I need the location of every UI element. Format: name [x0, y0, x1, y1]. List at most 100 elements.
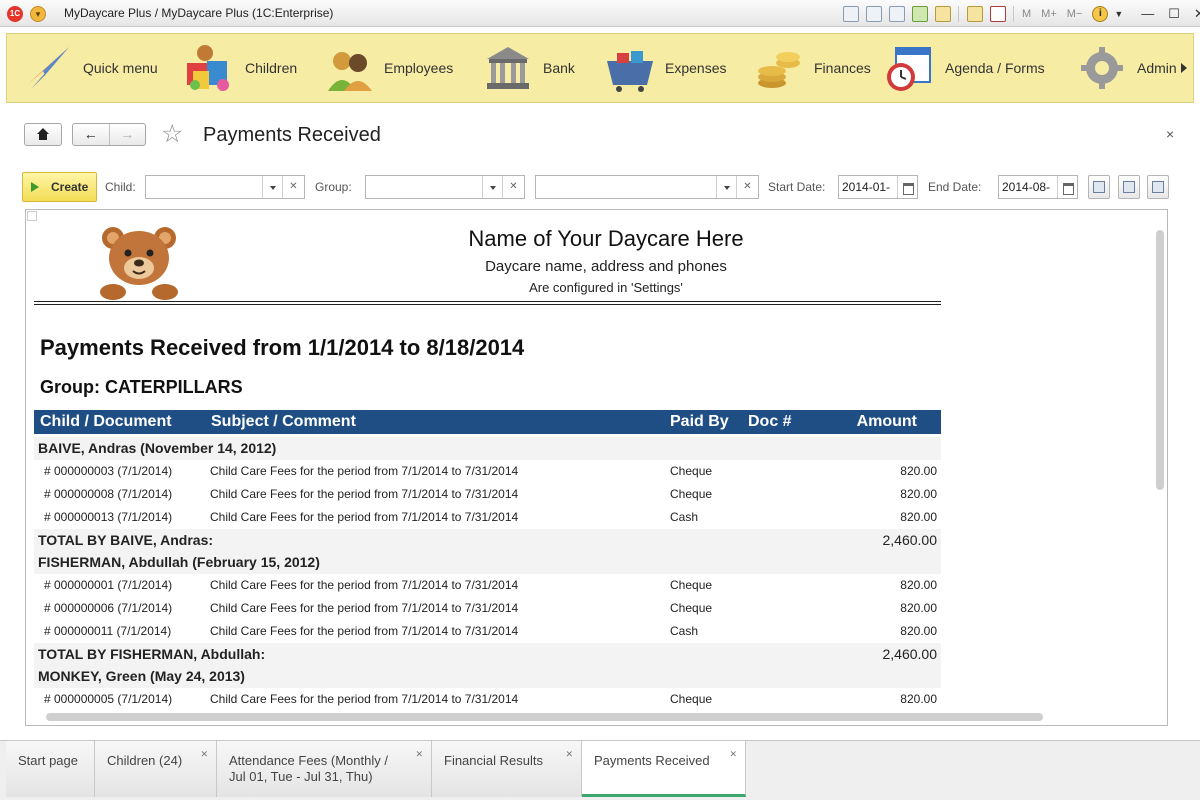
forward-button[interactable]: → — [108, 124, 146, 145]
calculator-icon[interactable] — [967, 6, 983, 22]
group-value[interactable] — [366, 176, 482, 198]
memory-plus-button[interactable]: M+ — [1041, 8, 1057, 20]
star-icon[interactable] — [935, 6, 951, 22]
table-row[interactable]: # 000000011 (7/1/2014) Child Care Fees fo… — [34, 620, 941, 643]
child-dropdown-icon[interactable] — [262, 176, 282, 198]
memory-minus-button[interactable]: M− — [1067, 8, 1083, 20]
child-value[interactable] — [146, 176, 262, 198]
close-icon[interactable]: ✕ — [1194, 6, 1200, 22]
section-bank[interactable]: Bank — [481, 34, 575, 102]
tab-close-icon[interactable]: ✕ — [565, 749, 573, 760]
report-area[interactable]: Name of Your Daycare Here Daycare name, … — [25, 209, 1168, 726]
horizontal-scrollbar[interactable] — [46, 713, 1043, 721]
filter-clear-icon[interactable]: ✕ — [736, 176, 758, 198]
end-date-value[interactable]: 2014-08- — [999, 176, 1057, 198]
tab-financial-results[interactable]: Financial Results ✕ — [432, 741, 582, 797]
group-dropdown-icon[interactable] — [482, 176, 502, 198]
child-group-row[interactable]: MONKEY, Green (May 24, 2013) — [34, 665, 941, 688]
tab-children[interactable]: Children (24) ✕ — [95, 741, 217, 797]
filter-value[interactable] — [536, 176, 716, 198]
home-button[interactable] — [24, 123, 62, 146]
child-field[interactable]: ✕ — [145, 175, 305, 199]
column-header-amount: Amount — [856, 413, 917, 430]
table-row[interactable]: # 000000008 (7/1/2014) Child Care Fees fo… — [34, 483, 941, 506]
calendar-icon[interactable] — [990, 6, 1006, 22]
section-quick-menu[interactable]: Quick menu — [21, 34, 158, 102]
section-children[interactable]: Children — [183, 34, 297, 102]
subject-cell: Child Care Fees for the period from 7/1/… — [210, 487, 519, 501]
start-date-calendar-icon[interactable] — [897, 176, 917, 198]
tab-payments-received[interactable]: Payments Received ✕ — [582, 741, 746, 797]
amount-cell: 820.00 — [900, 624, 937, 638]
section-agenda-forms[interactable]: Agenda / Forms — [883, 34, 1045, 102]
total-amount-cell: 2,460.00 — [882, 646, 938, 662]
info-dropdown-icon[interactable]: ▼ — [1114, 6, 1123, 22]
total-row[interactable]: TOTAL BY FISHERMAN, Abdullah: 2,460.00 — [34, 643, 941, 666]
header-divider — [34, 301, 941, 305]
section-employees[interactable]: Employees — [322, 34, 453, 102]
tab-close-icon[interactable]: ✕ — [200, 749, 208, 760]
section-panel: Quick menu Children Employees Bank Expen… — [6, 33, 1194, 103]
app-logo-icon[interactable]: 1C — [7, 6, 23, 22]
start-date-field[interactable]: 2014-01- — [838, 175, 918, 199]
info-icon[interactable]: i — [1092, 6, 1109, 22]
paid-by-cell: Cash — [670, 510, 699, 524]
quick-menu-icon — [21, 41, 75, 95]
back-button[interactable]: ← — [73, 124, 109, 145]
create-button[interactable]: Create — [22, 172, 97, 202]
table-row[interactable]: # 000000003 (7/1/2014) Child Care Fees fo… — [34, 460, 941, 483]
window-tab-bar: Start page Children (24) ✕ Attendance Fe… — [0, 740, 1200, 800]
subject-cell: Child Care Fees for the period from 7/1/… — [210, 624, 519, 638]
section-expenses[interactable]: Expenses — [603, 34, 726, 102]
total-row[interactable]: TOTAL BY BAIVE, Andras: 2,460.00 — [34, 529, 941, 552]
tab-close-icon[interactable]: ✕ — [415, 749, 423, 760]
table-row[interactable]: # 000000006 (7/1/2014) Child Care Fees fo… — [34, 597, 941, 620]
memory-button[interactable]: M — [1022, 8, 1031, 20]
document-cell: # 000000006 (7/1/2014) — [44, 601, 173, 615]
group-field[interactable]: ✕ — [365, 175, 525, 199]
section-label: Finances — [814, 60, 871, 76]
tab-label: Children (24) — [107, 753, 183, 768]
filter-dropdown-icon[interactable] — [716, 176, 736, 198]
child-clear-icon[interactable]: ✕ — [282, 176, 304, 198]
start-date-value[interactable]: 2014-01- — [839, 176, 897, 198]
end-date-calendar-icon[interactable] — [1057, 176, 1077, 198]
preview-button[interactable] — [1088, 175, 1110, 199]
print-button[interactable] — [1118, 175, 1140, 199]
subject-cell: Child Care Fees for the period from 7/1/… — [210, 464, 519, 478]
column-header-document: Child / Document — [40, 413, 172, 430]
daycare-settings-note: Are configured in 'Settings' — [529, 280, 683, 295]
save-button[interactable] — [1147, 175, 1169, 199]
maximize-icon[interactable]: ☐ — [1168, 6, 1180, 22]
child-group-row[interactable]: BAIVE, Andras (November 14, 2012) — [34, 437, 941, 460]
print-icon[interactable] — [866, 6, 882, 22]
section-admin[interactable]: Admin — [1075, 34, 1181, 102]
daycare-name: Name of Your Daycare Here — [468, 226, 744, 251]
table-row[interactable]: # 000000013 (7/1/2014) Child Care Fees fo… — [34, 506, 941, 529]
table-row[interactable]: # 000000001 (7/1/2014) Child Care Fees fo… — [34, 574, 941, 597]
separator — [958, 6, 959, 22]
filter-field[interactable]: ✕ — [535, 175, 759, 199]
table-row[interactable]: # 000000005 (7/1/2014) Child Care Fees fo… — [34, 688, 941, 711]
preview-icon — [1093, 181, 1105, 193]
favorite-star-icon[interactable]: ☆ — [161, 121, 183, 147]
tab-close-icon[interactable]: ✕ — [729, 749, 737, 760]
create-label: Create — [51, 180, 89, 194]
total-amount-cell: 2,460.00 — [882, 532, 938, 548]
end-date-field[interactable]: 2014-08- — [998, 175, 1078, 199]
app-menu-chevron-icon[interactable]: ▾ — [30, 6, 46, 22]
tab-attendance-fees[interactable]: Attendance Fees (Monthly / Jul 01, Tue -… — [217, 741, 432, 797]
minimize-icon[interactable]: — — [1141, 6, 1154, 22]
form-close-button[interactable]: × — [1166, 126, 1174, 142]
save-icon[interactable] — [843, 6, 859, 22]
child-group-row[interactable]: FISHERMAN, Abdullah (February 15, 2012) — [34, 551, 941, 574]
preview-icon[interactable] — [889, 6, 905, 22]
tab-start-page[interactable]: Start page — [6, 741, 95, 797]
scroll-right-icon[interactable] — [1181, 63, 1187, 73]
group-clear-icon[interactable]: ✕ — [502, 176, 524, 198]
favorites-icon[interactable] — [912, 6, 928, 22]
vertical-scrollbar[interactable] — [1156, 230, 1164, 490]
children-icon — [183, 41, 237, 95]
employees-icon — [322, 41, 376, 95]
section-finances[interactable]: Finances — [752, 34, 871, 102]
